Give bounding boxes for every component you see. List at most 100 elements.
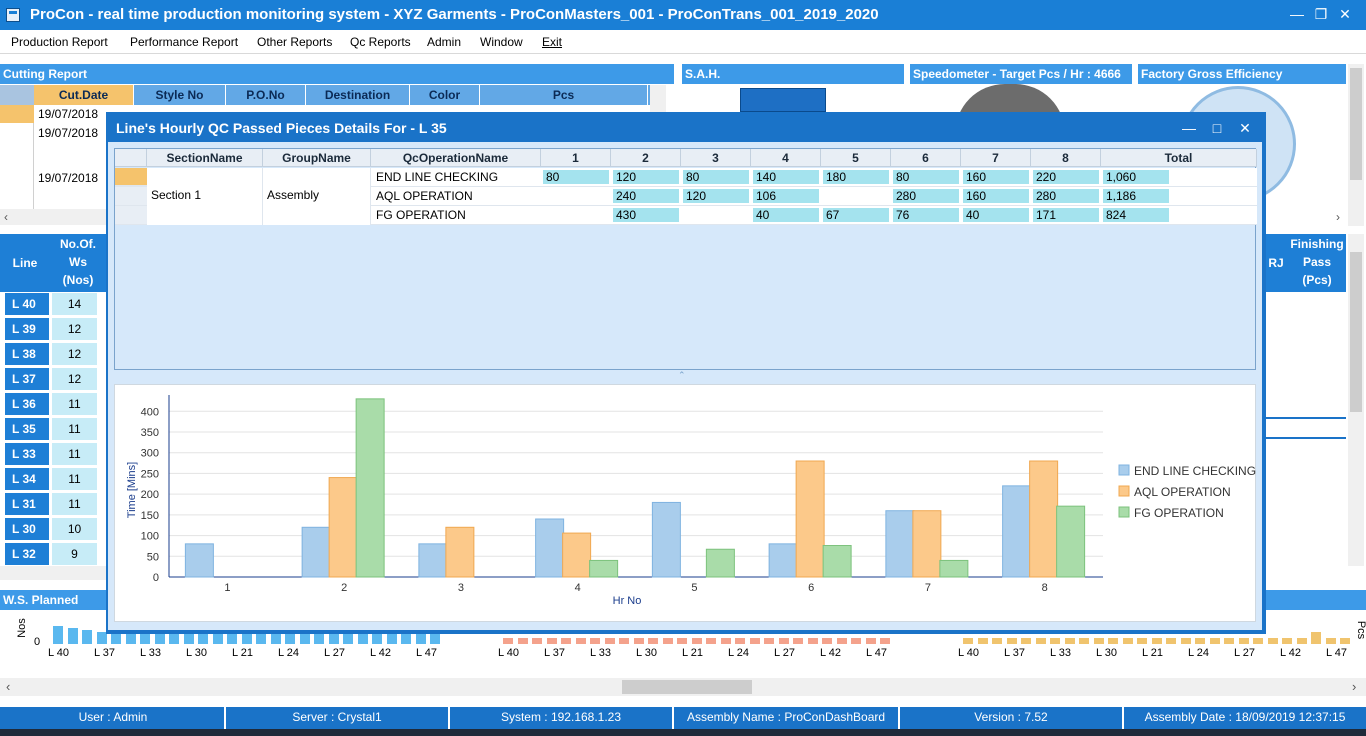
line-name[interactable]: L 40 xyxy=(5,293,49,315)
line-name[interactable]: L 35 xyxy=(5,418,49,440)
col-hour-1[interactable]: 1 xyxy=(541,149,611,167)
mini-chart-xlabel: L 30 xyxy=(1096,647,1118,659)
col-destination[interactable]: Destination xyxy=(306,85,410,105)
col-qc-operation-name[interactable]: QcOperationName xyxy=(371,149,541,167)
qc-hour-cell: 80 xyxy=(543,170,609,184)
menu-window[interactable]: Window xyxy=(480,35,523,49)
line-name[interactable]: L 37 xyxy=(5,368,49,390)
lines-vscroll[interactable] xyxy=(1348,234,1364,566)
scroll-right-icon[interactable]: › xyxy=(1336,210,1340,224)
cutting-report-header: Cutting Report xyxy=(0,64,674,84)
row-selector[interactable] xyxy=(115,206,147,224)
col-color[interactable]: Color xyxy=(410,85,480,105)
line-row[interactable]: L 36 11 xyxy=(0,392,104,417)
cutting-hscroll[interactable] xyxy=(0,209,106,225)
qc-total-cell: 1,186 xyxy=(1103,189,1169,203)
mini-chart-bar xyxy=(720,638,731,644)
line-col-header: Line xyxy=(0,234,50,292)
splitter-grip-icon[interactable]: ⌃ xyxy=(678,370,686,381)
chart-bar xyxy=(651,501,681,578)
menu-qc-reports[interactable]: Qc Reports xyxy=(350,35,411,49)
col-style-no[interactable]: Style No xyxy=(134,85,226,105)
line-row[interactable]: L 39 12 xyxy=(0,317,104,342)
chart-bar xyxy=(328,477,358,578)
col-hour-6[interactable]: 6 xyxy=(891,149,961,167)
col-hour-2[interactable]: 2 xyxy=(611,149,681,167)
mini-chart-xlabel: L 27 xyxy=(774,647,796,659)
line-row[interactable]: L 37 12 xyxy=(0,367,104,392)
mini-chart-bar xyxy=(67,628,78,644)
line-row[interactable]: L 35 11 xyxy=(0,417,104,442)
mini-chart-bar xyxy=(227,634,237,644)
line-row[interactable]: L 34 11 xyxy=(0,467,104,492)
chart-legend-label: AQL OPERATION xyxy=(1134,485,1231,499)
line-row[interactable]: L 31 11 xyxy=(0,492,104,517)
line-row[interactable]: L 40 14 xyxy=(0,292,104,317)
row-selector[interactable] xyxy=(0,105,34,123)
line-name[interactable]: L 39 xyxy=(5,318,49,340)
mini-chart-bar xyxy=(1064,638,1075,644)
col-hour-3[interactable]: 3 xyxy=(681,149,751,167)
mini-chart-bar xyxy=(865,638,876,644)
menu-performance-report[interactable]: Performance Report xyxy=(130,35,238,49)
mini-chart-bar xyxy=(401,634,411,644)
mini-chart-xlabel: L 37 xyxy=(94,647,116,659)
line-row[interactable]: L 33 11 xyxy=(0,442,104,467)
col-hour-5[interactable]: 5 xyxy=(821,149,891,167)
scroll-thumb[interactable] xyxy=(1350,68,1362,180)
line-name[interactable]: L 31 xyxy=(5,493,49,515)
scroll-left-icon[interactable]: ‹ xyxy=(6,679,10,694)
ws-header-line3: (Nos) xyxy=(62,273,94,287)
menu-production-report[interactable]: Production Report xyxy=(11,35,108,49)
close-button[interactable]: ✕ xyxy=(1322,0,1366,30)
col-hour-8[interactable]: 8 xyxy=(1031,149,1101,167)
dialog-maximize-button[interactable]: □ xyxy=(1204,116,1230,140)
line-name[interactable]: L 34 xyxy=(5,468,49,490)
lines-hscroll[interactable] xyxy=(0,566,106,580)
col-total[interactable]: Total xyxy=(1101,149,1257,167)
mini-chart-bar xyxy=(1340,638,1350,644)
col-hour-7[interactable]: 7 xyxy=(961,149,1031,167)
app-icon[interactable] xyxy=(6,8,20,22)
line-name[interactable]: L 30 xyxy=(5,518,49,540)
chart-bar xyxy=(822,545,852,578)
top-right-vscroll[interactable] xyxy=(1348,64,1364,226)
mini-chart-bar xyxy=(963,638,973,644)
menu-exit[interactable]: Exit xyxy=(542,35,562,49)
line-name[interactable]: L 32 xyxy=(5,543,49,565)
line-name[interactable]: L 33 xyxy=(5,443,49,465)
mini-chart-bar xyxy=(992,638,1002,644)
scroll-thumb[interactable] xyxy=(622,680,752,694)
qc-hour-cell: 160 xyxy=(963,189,1029,203)
line-row[interactable]: L 30 10 xyxy=(0,517,104,542)
main-hscroll[interactable]: ‹ › xyxy=(0,678,1366,696)
col-cut-date[interactable]: Cut.Date xyxy=(34,85,134,105)
line-row[interactable]: L 38 12 xyxy=(0,342,104,367)
line-name[interactable]: L 38 xyxy=(5,343,49,365)
qc-hour-cell: 140 xyxy=(753,170,819,184)
mini-chart-bar xyxy=(415,634,426,644)
col-hour-4[interactable]: 4 xyxy=(751,149,821,167)
menu-admin[interactable]: Admin xyxy=(427,35,461,49)
mini-chart-bar xyxy=(198,634,208,644)
dialog-minimize-button[interactable]: — xyxy=(1176,116,1202,140)
col-po-no[interactable]: P.O.No xyxy=(226,85,306,105)
mini-chart-bar xyxy=(1282,638,1292,644)
col-group-name[interactable]: GroupName xyxy=(263,149,371,167)
dialog-close-button[interactable]: ✕ xyxy=(1232,116,1258,140)
line-name[interactable]: L 36 xyxy=(5,393,49,415)
scroll-thumb[interactable] xyxy=(1350,252,1362,412)
row-selector[interactable] xyxy=(115,168,147,186)
mini-chart-xlabel: L 42 xyxy=(370,647,392,659)
mini-chart-xlabel: L 40 xyxy=(498,647,520,659)
scroll-right-icon[interactable]: › xyxy=(1352,679,1356,694)
scroll-left-icon[interactable]: ‹ xyxy=(4,210,8,224)
col-pcs[interactable]: Pcs xyxy=(480,85,648,105)
mini-chart-bar xyxy=(1035,638,1046,644)
chart-bar xyxy=(912,510,942,578)
menu-other-reports[interactable]: Other Reports xyxy=(257,35,332,49)
line-row[interactable]: L 32 9 xyxy=(0,542,104,567)
qc-passed-table[interactable]: SectionName GroupName QcOperationName 1 … xyxy=(114,148,1257,370)
col-section-name[interactable]: SectionName xyxy=(147,149,263,167)
row-selector[interactable] xyxy=(115,187,147,205)
